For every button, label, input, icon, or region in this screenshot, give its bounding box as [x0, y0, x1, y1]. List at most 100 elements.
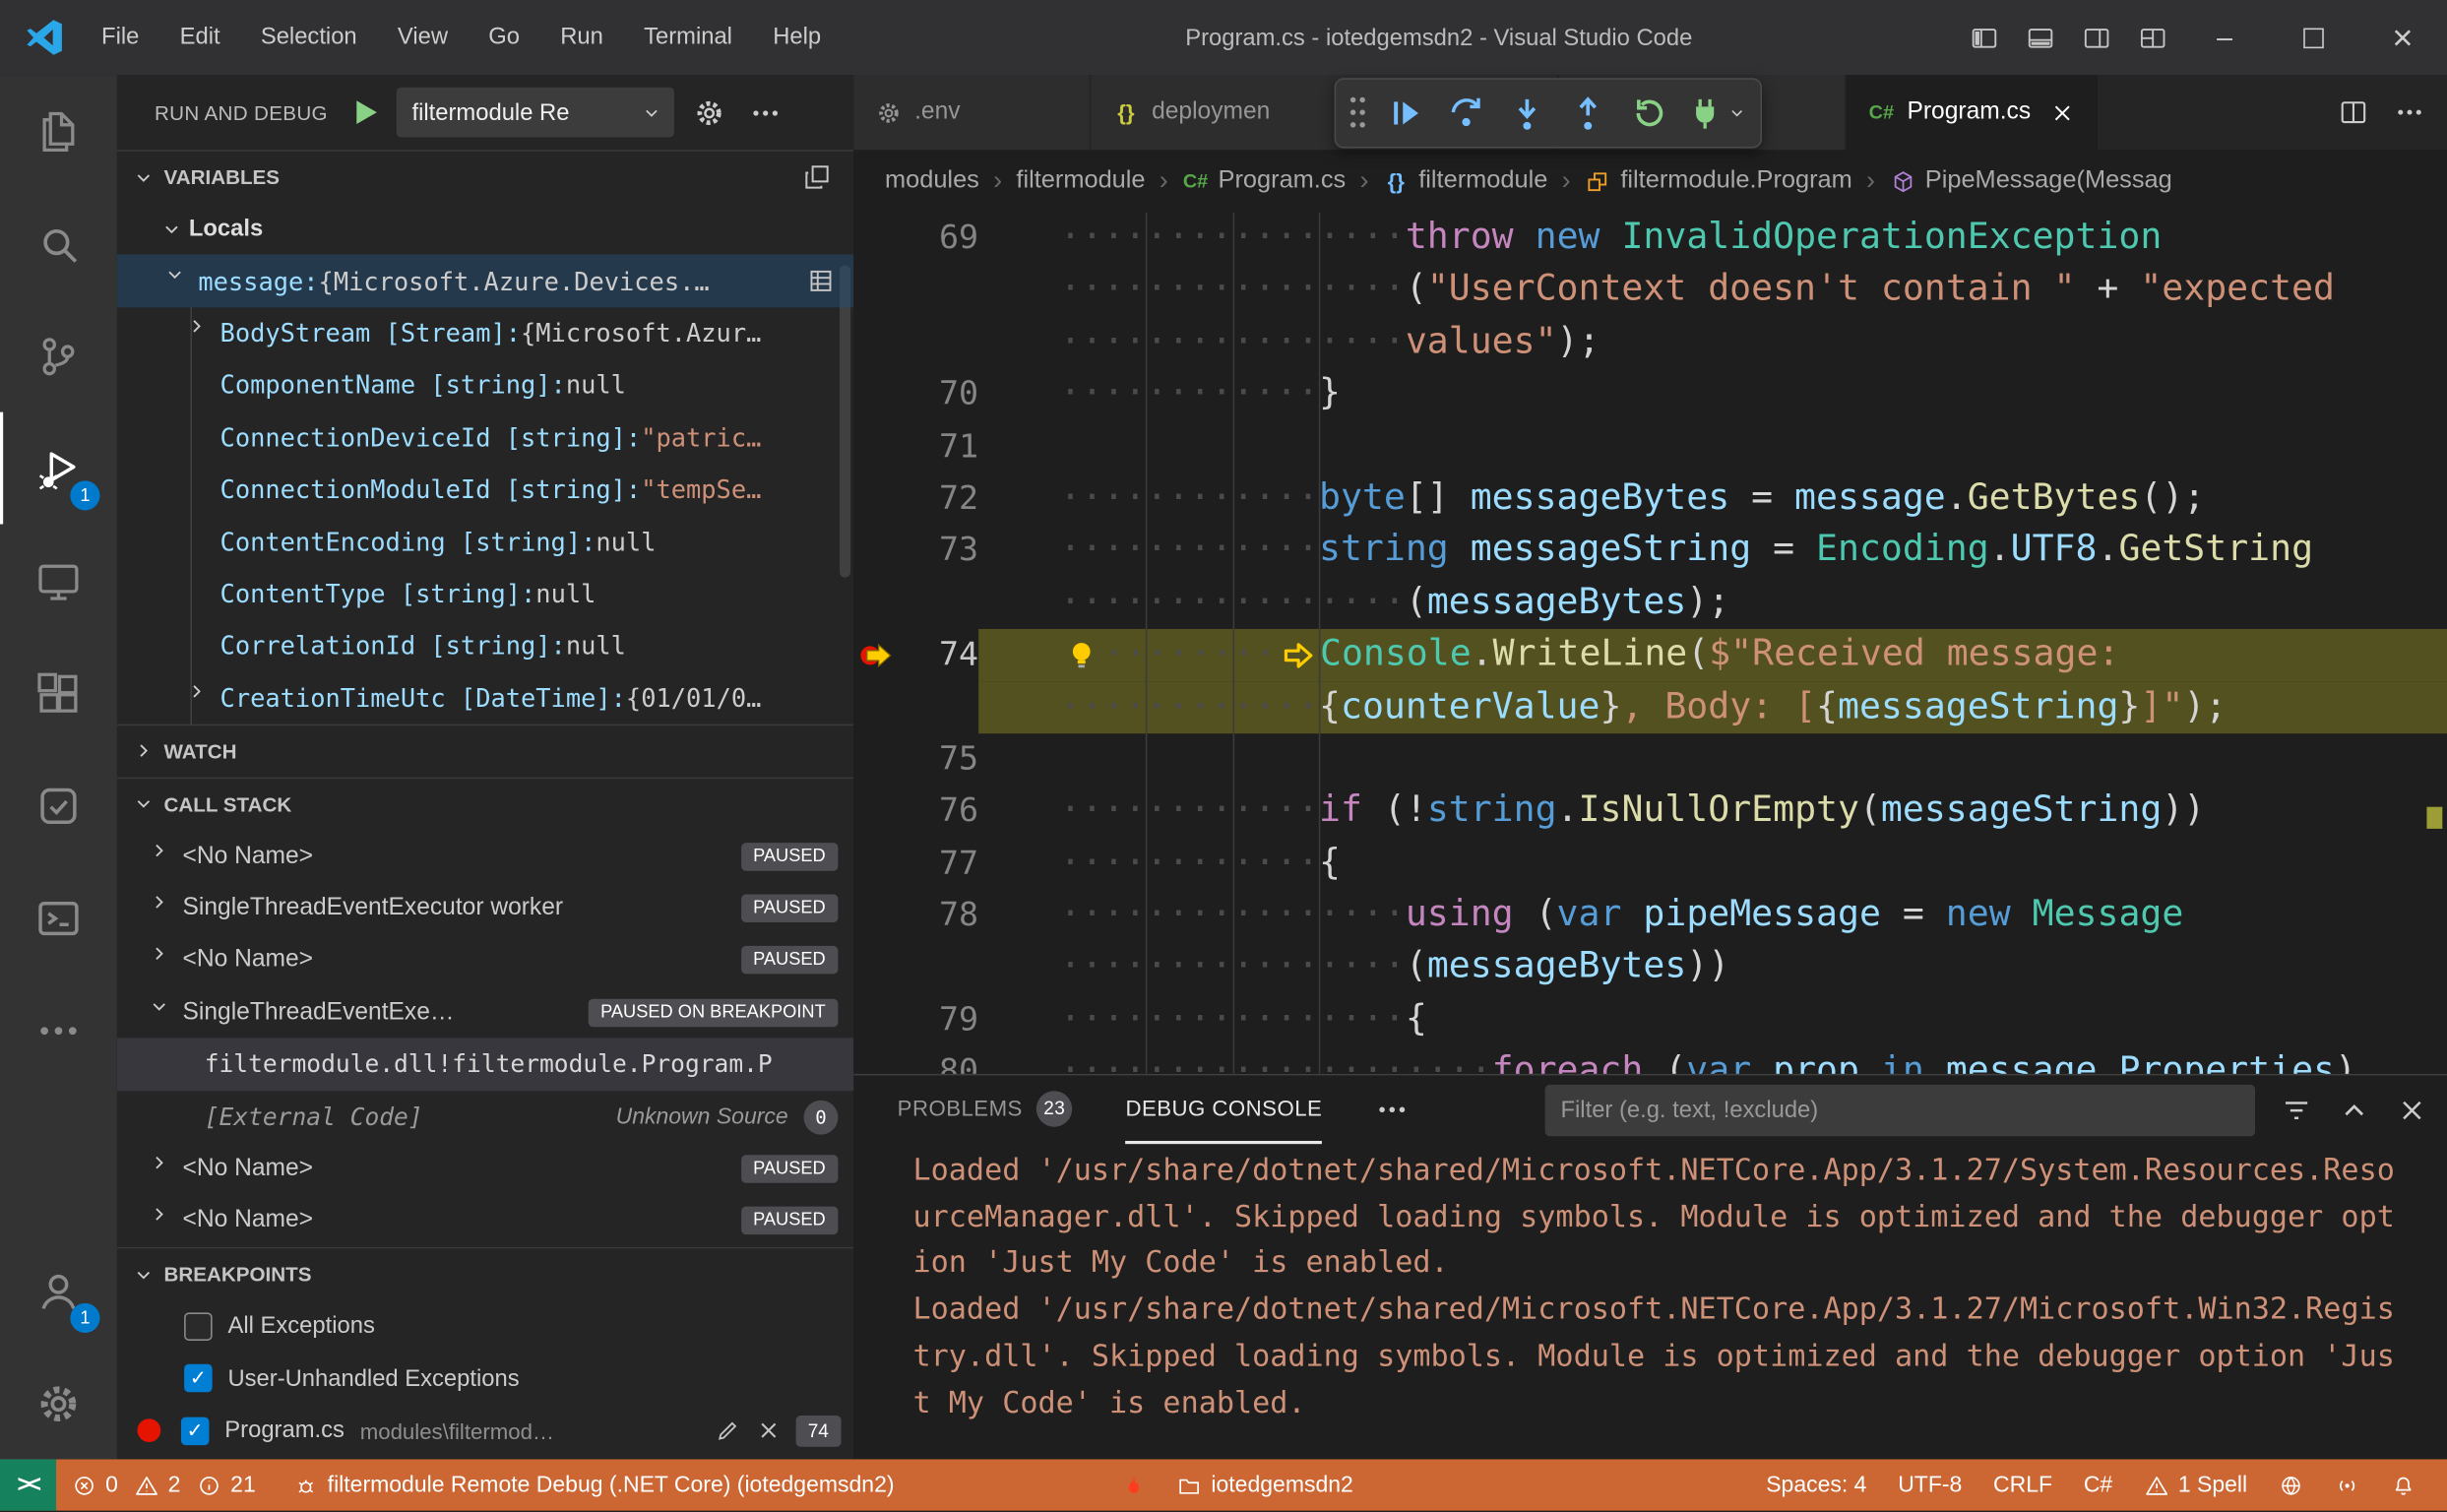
variable-row[interactable]: ComponentName [string]: null	[117, 359, 853, 411]
code-line-wrap[interactable]: ················values");	[853, 317, 2447, 369]
close-icon[interactable]	[755, 1418, 782, 1444]
activitybar-settings-icon[interactable]	[0, 1347, 117, 1459]
code-line-77[interactable]: 77············{	[853, 838, 2447, 890]
close-button[interactable]: ×	[2358, 0, 2447, 75]
status-spaces-4[interactable]: Spaces: 4	[1750, 1459, 1882, 1510]
menu-terminal[interactable]: Terminal	[623, 0, 752, 75]
debug-config-status[interactable]: filtermodule Remote Debug (.NET Core) (i…	[278, 1459, 910, 1510]
code-line-80[interactable]: 80····················foreach (var prop …	[853, 1046, 2447, 1074]
status-globe[interactable]	[2263, 1459, 2319, 1510]
debug-config-select[interactable]: filtermodule Re	[397, 88, 674, 138]
code-line-71[interactable]: 71	[853, 420, 2447, 472]
call-stack-thread-row[interactable]: <No Name>PAUSED	[117, 830, 853, 882]
maximize-button[interactable]	[2269, 0, 2357, 75]
activitybar-terminal-icon[interactable]	[0, 861, 117, 974]
call-stack-thread-row[interactable]: <No Name>PAUSED	[117, 1195, 853, 1247]
code-line-70[interactable]: 70············}	[853, 368, 2447, 420]
start-debugging-button[interactable]	[346, 94, 384, 131]
activitybar-search-icon[interactable]	[0, 187, 117, 299]
code-line-69[interactable]: 69················throw new InvalidOpera…	[853, 213, 2447, 265]
variable-row[interactable]: message: {Microsoft.Azure.Devices.…	[117, 255, 853, 307]
variable-row[interactable]: ConnectionModuleId [string]: "tempSe…	[117, 464, 853, 516]
code-line-wrap[interactable]: ················("UserContext doesn't co…	[853, 265, 2447, 317]
code-line-72[interactable]: 72············byte[] messageBytes = mess…	[853, 472, 2447, 525]
collapse-all-icon[interactable]	[802, 162, 832, 192]
breadcrumb-item[interactable]: C#Program.cs	[1182, 167, 1346, 196]
debug-console-input[interactable]: >	[888, 1426, 2410, 1459]
watch-header[interactable]: WATCH	[117, 724, 853, 778]
more-actions-icon[interactable]	[2394, 96, 2425, 128]
more-panel-tabs-icon[interactable]	[1375, 1093, 1410, 1127]
activitybar-extensions-icon[interactable]	[0, 637, 117, 749]
breadcrumb-item[interactable]: PipeMessage(Messag	[1889, 167, 2171, 196]
edit-icon[interactable]	[715, 1418, 741, 1444]
breakpoint-row[interactable]: ✓User-Unhandled Exceptions	[117, 1353, 853, 1405]
menu-file[interactable]: File	[81, 0, 159, 75]
activitybar-run-and-debug-icon[interactable]: 1	[0, 412, 117, 525]
menu-help[interactable]: Help	[753, 0, 842, 75]
code-line-76[interactable]: 76············if (!string.IsNullOrEmpty(…	[853, 786, 2447, 838]
status-utf-8[interactable]: UTF-8	[1882, 1459, 1977, 1510]
menu-view[interactable]: View	[377, 0, 468, 75]
variables-header[interactable]: VARIABLES	[117, 150, 853, 203]
activitybar-remote-explorer-icon[interactable]	[0, 525, 117, 637]
panel-tab-problems[interactable]: PROBLEMS23	[898, 1075, 1073, 1144]
debug-console[interactable]: Loaded '/usr/share/dotnet/shared/Microso…	[853, 1144, 2447, 1459]
menu-selection[interactable]: Selection	[240, 0, 377, 75]
breadcrumb-item[interactable]: filtermodule	[1016, 167, 1145, 196]
call-stack-thread-row[interactable]: SingleThreadEventExecutor workerPAUSED	[117, 882, 853, 934]
code-line-73[interactable]: 73············string messageString = Enc…	[853, 525, 2447, 577]
menu-go[interactable]: Go	[469, 0, 540, 75]
variable-row[interactable]: ContentType [string]: null	[117, 568, 853, 620]
status-crlf[interactable]: CRLF	[1977, 1459, 2068, 1510]
close-panel-icon[interactable]	[2396, 1094, 2428, 1126]
menu-run[interactable]: Run	[540, 0, 624, 75]
debug-disconnect-button[interactable]	[1681, 85, 1751, 143]
debug-step-into-button[interactable]	[1498, 85, 1556, 143]
scope-row[interactable]: Locals	[117, 203, 853, 255]
gear-icon[interactable]	[690, 93, 730, 133]
breakpoint-row[interactable]: All Exceptions	[117, 1300, 853, 1353]
split-editor-icon[interactable]	[2338, 96, 2369, 128]
maximize-panel-icon[interactable]	[2338, 1094, 2370, 1126]
debug-restart-button[interactable]	[1620, 85, 1678, 143]
code-line-79[interactable]: 79················{	[853, 994, 2447, 1046]
variable-row[interactable]: ContentEncoding [string]: null	[117, 516, 853, 568]
external-code-row[interactable]: [External Code]Unknown Source0	[117, 1091, 853, 1143]
variable-row[interactable]: CorrelationId [string]: null	[117, 620, 853, 672]
activitybar-more-icon[interactable]	[0, 974, 117, 1086]
activitybar-accounts-icon[interactable]: 1	[0, 1234, 117, 1347]
activitybar-test-explorer-icon[interactable]	[0, 749, 117, 861]
call-stack-thread-row[interactable]: <No Name>PAUSED	[117, 1143, 853, 1195]
breakpoints-header[interactable]: BREAKPOINTS	[117, 1247, 853, 1300]
workspace-status[interactable]: iotedgemsdn2	[1161, 1459, 1369, 1510]
breakpoint-row[interactable]: ✓Program.csmodules\filtermod…74	[117, 1405, 853, 1457]
code-line-75[interactable]: 75	[853, 733, 2447, 786]
breadcrumb-item[interactable]: {}filtermodule	[1383, 167, 1548, 196]
activitybar-explorer-icon[interactable]	[0, 75, 117, 187]
call-stack-thread-row[interactable]: SingleThreadEventExe…PAUSED ON BREAKPOIN…	[117, 986, 853, 1039]
code-line-wrap[interactable]: ················(messageBytes))	[853, 942, 2447, 994]
filter-input[interactable]	[1561, 1097, 2240, 1123]
status-broadcast[interactable]	[2319, 1459, 2375, 1510]
breakpoint-checkbox[interactable]	[184, 1312, 213, 1341]
status-1-spell[interactable]: 1 Spell	[2128, 1459, 2263, 1510]
panel-tab-debug-console[interactable]: DEBUG CONSOLE	[1125, 1075, 1322, 1144]
variable-row[interactable]: CreationTimeUtc [DateTime]: {01/01/0…	[117, 672, 853, 724]
breadcrumb-item[interactable]: filtermodule.Program	[1585, 167, 1852, 196]
debug-continue-button[interactable]	[1376, 85, 1434, 143]
activitybar-source-control-icon[interactable]	[0, 299, 117, 411]
code-line-wrap[interactable]: ················(messageBytes);	[853, 577, 2447, 629]
tab-program-cs[interactable]: C#Program.cs	[1847, 75, 2100, 150]
code-line-wrap[interactable]: ············{counterValue}, Body: [{mess…	[853, 681, 2447, 733]
toggle-secondary-sidebar-icon[interactable]	[2068, 0, 2124, 75]
filter-icon[interactable]	[2280, 1094, 2312, 1126]
call-stack-thread-row[interactable]: <No Name>PAUSED	[117, 934, 853, 986]
problems-status[interactable]: 0 2 21	[55, 1459, 278, 1510]
remote-indicator[interactable]: ><	[0, 1459, 55, 1510]
call-stack-header[interactable]: CALL STACK	[117, 777, 853, 830]
toggle-panel-icon[interactable]	[2012, 0, 2068, 75]
menu-edit[interactable]: Edit	[159, 0, 240, 75]
debug-step-over-button[interactable]	[1437, 85, 1495, 143]
code-editor[interactable]: 69················throw new InvalidOpera…	[853, 213, 2447, 1074]
